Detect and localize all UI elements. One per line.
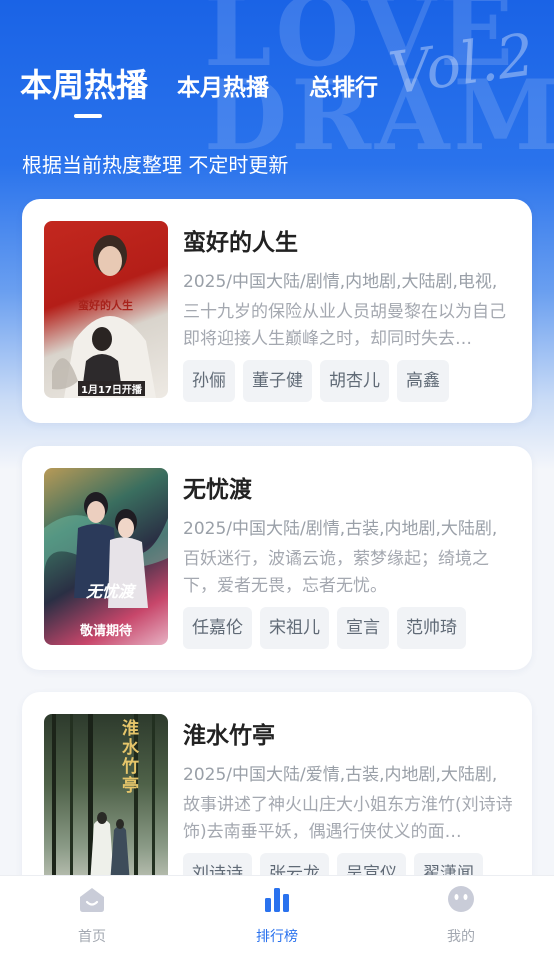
active-tab-indicator	[74, 114, 102, 118]
cast-tags: 任嘉伦 宋祖儿 宣言 范帅琦	[183, 607, 466, 649]
drama-title: 淮水竹亭	[183, 723, 275, 749]
cast-tags: 孙俪 董子健 胡杏儿 高鑫	[183, 360, 449, 402]
tab-monthly[interactable]: 本月热播	[177, 68, 269, 102]
poster-image: 淮水竹亭	[44, 714, 168, 891]
nav-ranking[interactable]: 排行榜	[217, 884, 337, 946]
poster-image: 蛮好的人生 1月17日开播	[44, 221, 168, 398]
ranking-tabs: 本周热播 本月热播 总排行	[20, 60, 540, 122]
drama-meta: 2025/中国大陆/爱情,古装,内地剧,大陆剧,	[183, 765, 498, 785]
cast-tag[interactable]: 孙俪	[183, 360, 235, 402]
chart-bar-icon	[265, 888, 289, 912]
drama-title: 无忧渡	[183, 477, 252, 503]
poster-title-text: 无忧渡	[86, 582, 135, 601]
cast-tag[interactable]: 任嘉伦	[183, 607, 252, 649]
drama-description: 故事讲述了神火山庄大小姐东方淮竹(刘诗诗 饰)去南垂平妖，偶遇行侠仗义的面…	[183, 795, 513, 842]
poster-image: 无忧渡 敬请期待	[44, 468, 168, 645]
nav-mine-label: 我的	[447, 929, 475, 945]
nav-ranking-label: 排行榜	[256, 929, 298, 945]
nav-home-label: 首页	[78, 929, 106, 945]
drama-card[interactable]: 蛮好的人生 1月17日开播 蛮好的人生 2025/中国大陆/剧情,内地剧,大陆剧…	[22, 199, 532, 423]
home-icon	[80, 888, 104, 912]
poster-title-text: 蛮好的人生	[78, 299, 133, 312]
drama-card[interactable]: 无忧渡 敬请期待 无忧渡 2025/中国大陆/剧情,古装,内地剧,大陆剧, 百妖…	[22, 446, 532, 670]
nav-mine[interactable]: 我的	[401, 884, 521, 946]
poster-art	[52, 714, 155, 891]
tab-overall[interactable]: 总排行	[309, 68, 378, 102]
drama-description: 三十九岁的保险从业人员胡曼黎在以为自己即将迎接人生巅峰之时，却同时失去…	[183, 302, 506, 349]
bottom-navigation: 首页 排行榜 我的	[0, 875, 554, 954]
cast-tag[interactable]: 胡杏儿	[320, 360, 389, 402]
drama-meta: 2025/中国大陆/剧情,内地剧,大陆剧,电视,	[183, 272, 498, 292]
drama-title: 蛮好的人生	[183, 230, 298, 256]
poster-caption: 1月17日开播	[78, 381, 145, 396]
cast-tag[interactable]: 高鑫	[397, 360, 449, 402]
nav-home[interactable]: 首页	[32, 884, 152, 946]
poster-art	[44, 492, 168, 608]
page-subtitle: 根据当前热度整理 不定时更新	[22, 153, 289, 177]
cast-tag[interactable]: 范帅琦	[397, 607, 466, 649]
poster-title-text: 淮水竹亭	[122, 719, 139, 796]
drama-description: 百妖迷行，波谲云诡，萦梦缘起；绮境之下，爱者无畏，忘者无忧。	[183, 549, 489, 596]
poster-caption: 敬请期待	[80, 624, 133, 639]
cast-tag[interactable]: 董子健	[243, 360, 312, 402]
tab-weekly[interactable]: 本周热播	[20, 60, 148, 106]
face-icon	[448, 886, 474, 912]
cast-tag[interactable]: 宋祖儿	[260, 607, 329, 649]
cast-tag[interactable]: 宣言	[337, 607, 389, 649]
drama-meta: 2025/中国大陆/剧情,古装,内地剧,大陆剧,	[183, 519, 498, 539]
